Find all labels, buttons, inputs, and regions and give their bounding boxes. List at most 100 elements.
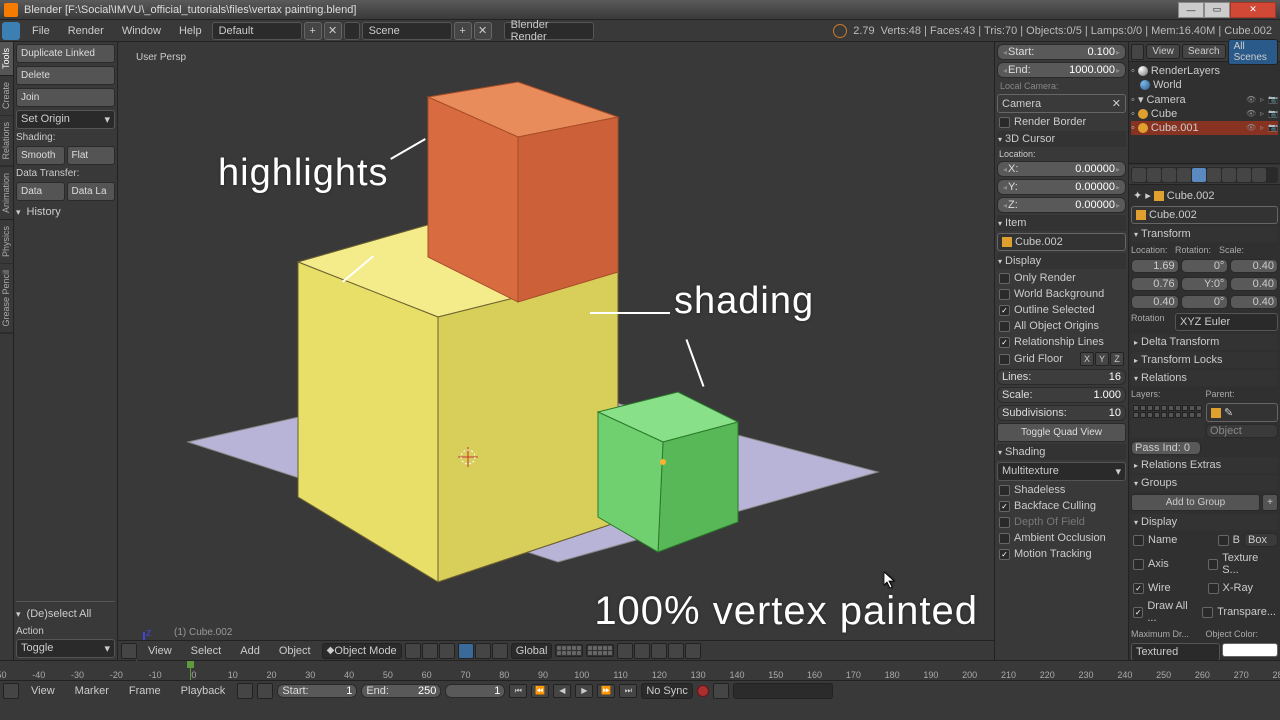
axis-checkbox[interactable] (1133, 559, 1144, 570)
rotation-mode-dropdown[interactable]: XYZ Euler (1175, 313, 1278, 331)
proptab-data[interactable] (1237, 168, 1251, 182)
timeline-editor-icon[interactable] (3, 683, 19, 699)
layers-widget-2[interactable] (586, 644, 614, 657)
outliner-cube001[interactable]: ◦ Cube.001👁▹📷 (1131, 121, 1278, 135)
deselect-panel-header[interactable]: (De)select All (16, 606, 115, 622)
manipulator-scale-icon[interactable] (492, 643, 508, 659)
lock-camera-icon[interactable] (617, 643, 633, 659)
outliner-camera[interactable]: ◦ ▾Camera👁▹📷 (1131, 92, 1278, 107)
sca-y-field[interactable]: 0.40 (1230, 277, 1278, 291)
timeline-ruler[interactable]: -50-40-30-20-100102030405060708090100110… (0, 661, 1280, 680)
shading-panel-header[interactable]: Shading (997, 444, 1126, 460)
vp-menu-add[interactable]: Add (232, 642, 268, 660)
outliner-search-button[interactable]: Search (1182, 44, 1226, 59)
ao-checkbox[interactable] (999, 533, 1010, 544)
cursor-z-field[interactable]: ◂Z:0.00000▸ (997, 197, 1126, 213)
tooltab-animation[interactable]: Animation (0, 167, 13, 220)
action-toggle-dropdown[interactable]: Toggle▾ (16, 639, 115, 658)
jump-start-button[interactable]: ⏮ (509, 684, 527, 698)
proptab-material[interactable] (1252, 168, 1266, 182)
loc-y-field[interactable]: 0.76 (1131, 277, 1179, 291)
vp-menu-object[interactable]: Object (271, 642, 319, 660)
proptab-constraints[interactable] (1207, 168, 1221, 182)
keying-set-icon[interactable] (713, 683, 729, 699)
render-preview-icon[interactable] (668, 643, 684, 659)
snap-target-icon[interactable] (651, 643, 667, 659)
cursor-y-field[interactable]: ◂Y:0.00000▸ (997, 179, 1126, 195)
shading-mode-dropdown[interactable]: Multitexture▾ (997, 462, 1126, 481)
rot-z-field[interactable]: 0° (1181, 295, 1229, 309)
shading-orient-icon[interactable] (439, 643, 455, 659)
only-render-checkbox[interactable] (999, 273, 1010, 284)
mode-dropdown[interactable]: ◆ Object Mode (322, 643, 402, 659)
tooltab-relations[interactable]: Relations (0, 116, 13, 167)
tooltab-physics[interactable]: Physics (0, 220, 13, 264)
menu-window[interactable]: Window (114, 22, 169, 40)
delete-scene-button[interactable]: ✕ (474, 22, 492, 40)
shadeless-checkbox[interactable] (999, 485, 1010, 496)
data-layout-button[interactable]: Data La (67, 182, 116, 201)
item-panel-header[interactable]: Item (997, 215, 1126, 231)
grid-floor-checkbox[interactable] (999, 354, 1010, 365)
bounds-checkbox[interactable] (1218, 535, 1229, 546)
set-origin-dropdown[interactable]: Set Origin▾ (16, 110, 115, 129)
rot-x-field[interactable]: 0° (1181, 259, 1229, 273)
transparent-checkbox[interactable] (1202, 607, 1213, 618)
delta-transform-header[interactable]: Delta Transform (1131, 334, 1278, 350)
xray-checkbox[interactable] (1208, 583, 1219, 594)
layers-widget[interactable] (555, 644, 583, 657)
outline-selected-checkbox[interactable] (999, 305, 1010, 316)
play-reverse-button[interactable]: ◀ (553, 684, 571, 698)
editor-type-icon[interactable] (121, 643, 137, 659)
pass-index-field[interactable]: Pass Ind: 0 (1131, 441, 1201, 455)
scene-dropdown[interactable]: Scene (362, 22, 452, 40)
delete-screen-button[interactable]: ✕ (324, 22, 342, 40)
outliner-cube[interactable]: ◦ Cube👁▹📷 (1131, 107, 1278, 121)
outliner-world[interactable]: World (1131, 78, 1278, 92)
history-panel-header[interactable]: History (16, 204, 115, 220)
end-field[interactable]: ◂End:1000.000▸ (997, 62, 1126, 78)
loc-x-field[interactable]: 1.69 (1131, 259, 1179, 273)
sca-z-field[interactable]: 0.40 (1230, 295, 1278, 309)
all-origins-checkbox[interactable] (999, 321, 1010, 332)
orientation-dropdown[interactable]: Global (511, 643, 553, 659)
cursor-x-field[interactable]: ◂X:0.00000▸ (997, 161, 1126, 177)
proptab-layers[interactable] (1147, 168, 1161, 182)
snap-icon[interactable] (634, 643, 650, 659)
tl-start-field[interactable]: Start:1 (277, 684, 357, 698)
toggle-quad-view-button[interactable]: Toggle Quad View (997, 423, 1126, 442)
display-panel-header[interactable]: Display (997, 253, 1126, 269)
proptab-render[interactable] (1132, 168, 1146, 182)
proptab-world[interactable] (1177, 168, 1191, 182)
max-drawtype-dropdown[interactable]: Textured (1131, 643, 1220, 660)
name-checkbox[interactable] (1133, 535, 1144, 546)
motion-tracking-checkbox[interactable] (999, 549, 1010, 560)
delete-button[interactable]: Delete (16, 66, 115, 85)
start-field[interactable]: ◂Start:0.100▸ (997, 44, 1126, 60)
autokey-record-button[interactable] (697, 685, 709, 697)
grid-z-toggle[interactable]: Z (1110, 352, 1124, 366)
texspace-checkbox[interactable] (1208, 559, 1219, 570)
keying-set-dropdown[interactable] (733, 683, 833, 699)
wire-checkbox[interactable] (1133, 583, 1144, 594)
add-to-group-button[interactable]: Add to Group (1131, 494, 1260, 511)
outliner-type-icon[interactable] (1131, 44, 1144, 60)
world-bg-checkbox[interactable] (999, 289, 1010, 300)
tl-end-field[interactable]: End:250 (361, 684, 441, 698)
3d-viewport[interactable]: User Persp highlights shading 100% vert (118, 42, 994, 660)
maximize-button[interactable]: ▭ (1204, 2, 1230, 18)
backface-culling-checkbox[interactable] (999, 501, 1010, 512)
play-button[interactable]: ▶ (575, 684, 593, 698)
outliner-renderlayers[interactable]: ◦ RenderLayers (1131, 64, 1278, 78)
tl-current-field[interactable]: 1 (445, 684, 505, 698)
shading-smooth-button[interactable]: Smooth (16, 146, 65, 165)
tl-range-icon[interactable] (237, 683, 253, 699)
duplicate-linked-button[interactable]: Duplicate Linked (16, 44, 115, 63)
add-screen-button[interactable]: + (304, 22, 322, 40)
tooltab-grease[interactable]: Grease Pencil (0, 264, 13, 334)
object-name-input[interactable]: Cube.002 (1131, 206, 1278, 224)
layers-grid[interactable] (1131, 403, 1204, 438)
grid-y-toggle[interactable]: Y (1095, 352, 1109, 366)
render-engine-dropdown[interactable]: Blender Render (504, 22, 594, 40)
parent-type-dropdown[interactable]: Object (1206, 424, 1278, 438)
